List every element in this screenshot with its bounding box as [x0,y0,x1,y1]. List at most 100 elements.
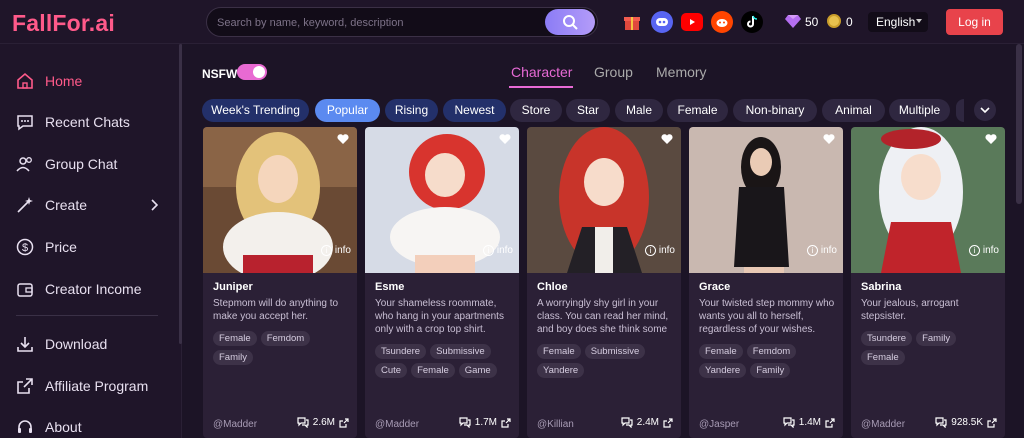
author[interactable]: @Killian [537,419,574,430]
author[interactable]: @Madder [375,419,419,430]
tag[interactable]: Yandere [537,363,585,378]
info-button[interactable]: i info [320,245,351,256]
filter-rising[interactable]: Rising [385,99,438,122]
heart-icon[interactable] [661,133,673,145]
sidebar-item-about[interactable]: About [0,409,180,438]
tag[interactable]: Submissive [430,344,491,359]
sidebar-item-group-chat[interactable]: Group Chat [0,146,180,182]
filter-star[interactable]: Star [566,99,610,122]
sidebar-item-creator-income[interactable]: Creator Income [0,271,180,307]
svg-text:$: $ [22,242,28,254]
character-card[interactable]: i info Esme Your shameless roommate, who … [365,127,519,438]
sidebar-item-recent-chats[interactable]: Recent Chats [0,104,180,140]
heart-icon[interactable] [985,133,997,145]
author[interactable]: @Madder [861,419,905,430]
character-name: Esme [375,281,405,293]
logo[interactable]: FallFor.ai [12,10,115,37]
main-scrollbar[interactable] [1016,44,1022,204]
tiktok-icon[interactable] [741,11,763,33]
filter-weeks-trending[interactable]: Week's Trending [202,99,309,122]
filter-non-binary[interactable]: Non-binary [733,99,817,122]
home-icon [17,72,33,89]
external-link-icon[interactable] [663,417,673,428]
reddit-icon[interactable] [711,11,733,33]
tab-group[interactable]: Group [594,64,633,80]
author[interactable]: @Jasper [699,419,739,430]
info-label: info [820,245,837,256]
headset-icon [18,420,32,433]
filter-expand-button[interactable] [974,99,996,121]
character-card[interactable]: i info Sabrina Your jealous, arrogant ste… [851,127,1005,438]
external-link-icon[interactable] [501,417,511,428]
character-name: Grace [699,281,731,293]
tab-character[interactable]: Character [511,64,572,80]
filter-multiple[interactable]: Multiple [889,99,950,122]
tag[interactable]: Cute [375,363,408,378]
gem-icon [785,15,801,28]
gift-icon[interactable] [621,11,643,33]
tag[interactable]: Family [750,363,791,378]
sidebar-item-affiliate-program[interactable]: Affiliate Program [0,368,180,404]
search-button[interactable] [545,9,595,35]
external-link-icon[interactable] [339,417,349,428]
info-icon: i [968,245,980,256]
character-card[interactable]: i info Chloe A worryingly shy girl in you… [527,127,681,438]
chat-count: 2.4M [636,417,659,428]
chat-count: 928.5K [951,417,983,428]
sidebar-item-create[interactable]: Create [0,187,180,223]
sidebar-divider [16,315,158,316]
sidebar-item-home[interactable]: Home [0,63,180,99]
chat-stats: 928.5K [935,417,997,428]
sidebar: Home Recent Chats Group Chat Create $ Pr… [0,44,182,438]
tab-memory[interactable]: Memory [656,64,707,80]
info-button[interactable]: i info [806,245,837,256]
tag[interactable]: Female [861,350,905,365]
search-icon [563,15,578,30]
filter-store[interactable]: Store [510,99,562,122]
tag[interactable]: Tsundere [861,331,913,346]
tag[interactable]: Female [699,344,743,359]
tag[interactable]: Female [213,331,257,346]
tag[interactable]: Game [458,363,497,378]
heart-icon[interactable] [499,133,511,145]
tag[interactable]: Female [537,344,581,359]
info-button[interactable]: i info [482,245,513,256]
search-input[interactable] [217,14,537,32]
info-label: info [334,245,351,256]
character-card[interactable]: i info Grace Your twisted step mommy who … [689,127,843,438]
discord-icon[interactable] [651,11,673,33]
character-description: Your shameless roommate, who hang in you… [375,298,504,335]
author[interactable]: @Madder [213,419,257,430]
tag[interactable]: Submissive [584,344,646,359]
heart-icon[interactable] [823,133,835,145]
tag[interactable]: Femdom [746,344,797,359]
external-link-icon[interactable] [987,417,997,428]
tag[interactable]: Tsundere [375,344,427,359]
character-description: A worryingly shy girl in your class. You… [537,298,669,335]
youtube-icon[interactable] [681,13,703,31]
sidebar-item-download[interactable]: Download [0,326,180,362]
filter-animal[interactable]: Animal [822,99,885,122]
info-icon: i [644,245,656,256]
info-button[interactable]: i info [968,245,999,256]
filter-newest[interactable]: Newest [443,99,506,122]
sidebar-item-price[interactable]: $ Price [0,229,180,265]
heart-icon[interactable] [337,133,349,145]
tag[interactable]: Family [916,331,957,346]
nsfw-toggle[interactable] [237,64,267,80]
tag[interactable]: Female [411,363,455,378]
sidebar-item-label: Download [45,336,108,352]
character-name: Sabrina [861,281,902,293]
info-icon: i [320,245,332,256]
login-button[interactable]: Log in [946,9,1003,35]
tag[interactable]: Femdom [260,331,311,346]
character-card[interactable]: i info Juniper Stepmom will do anything t… [203,127,357,438]
tag[interactable]: Yandere [699,363,747,378]
external-link-icon[interactable] [825,417,835,428]
info-button[interactable]: i info [644,245,675,256]
filter-popular[interactable]: Popular [315,99,380,122]
tag[interactable]: Family [213,350,253,365]
language-select[interactable]: English [868,12,928,32]
filter-female[interactable]: Female [667,99,728,122]
filter-male[interactable]: Male [615,99,663,122]
